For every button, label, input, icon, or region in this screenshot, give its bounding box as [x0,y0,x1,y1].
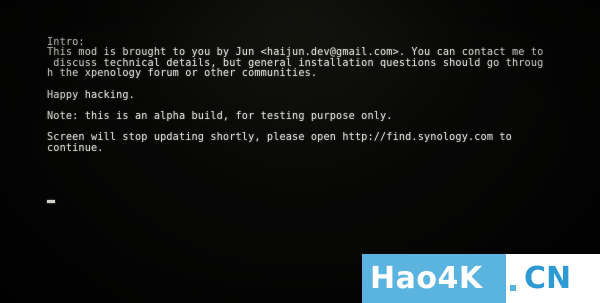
console-line-note: Note: this is an alpha build, for testin… [47,110,393,122]
console-output: Intro: This mod is brought to you by Jun… [47,37,587,154]
watermark-logo: Hao4K CN [362,254,600,303]
watermark-left-text: Hao4K [362,254,506,303]
console-line-happy-hacking: Happy hacking. [47,89,135,101]
console-line-screen-notice: Screen will stop updating shortly, pleas… [47,132,512,144]
text-cursor [47,200,55,203]
watermark-right-text: CN [520,254,600,303]
watermark-dot [506,254,520,303]
console-line: h the xpenology forum or other communiti… [47,68,318,80]
console-line-continue: continue. [47,142,104,154]
